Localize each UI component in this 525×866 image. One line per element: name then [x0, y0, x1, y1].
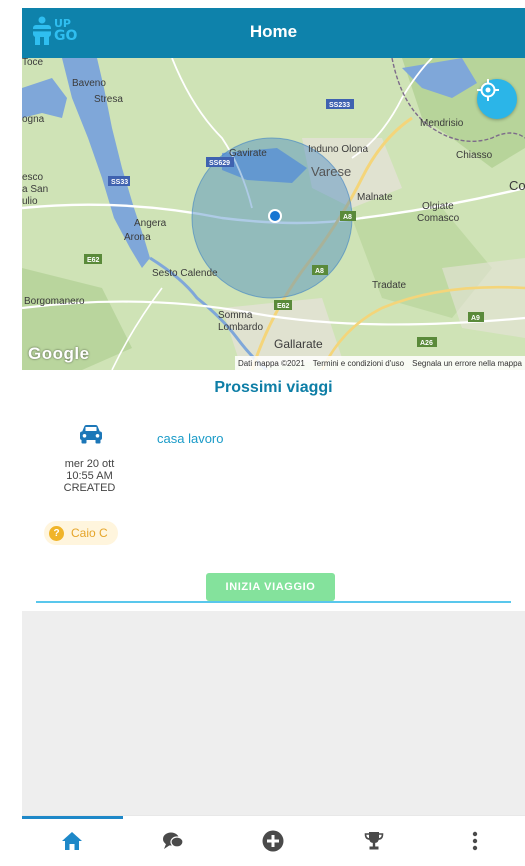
svg-text:Sesto Calende: Sesto Calende — [152, 268, 218, 279]
question-icon: ? — [49, 525, 64, 541]
nav-chat[interactable] — [123, 816, 224, 866]
svg-text:Gavirate: Gavirate — [229, 148, 267, 159]
report-error-link[interactable]: Segnala un errore nella mappa — [412, 359, 522, 368]
nav-trophy[interactable] — [324, 816, 425, 866]
map-data-credit: Dati mappa ©2021 — [237, 358, 305, 368]
svg-text:Varese: Varese — [311, 164, 351, 179]
svg-text:Angera: Angera — [134, 218, 167, 229]
svg-text:SS33: SS33 — [111, 179, 128, 186]
trip-status: CREATED — [63, 482, 116, 494]
svg-text:ogna: ogna — [22, 114, 45, 125]
map-view[interactable]: Baveno Stresa ogna Gavirate Induno Olona… — [22, 58, 525, 370]
svg-text:Borgomanero: Borgomanero — [24, 296, 85, 307]
nav-add[interactable] — [223, 816, 324, 866]
bottom-nav — [22, 815, 525, 866]
svg-text:Stresa: Stresa — [94, 94, 123, 105]
trophy-icon — [364, 832, 384, 850]
trip-time: 10:55 AM — [66, 470, 113, 482]
svg-text:esco: esco — [22, 172, 44, 183]
svg-text:Induno Olona: Induno Olona — [308, 144, 368, 155]
home-icon — [62, 832, 83, 850]
map-canvas[interactable]: Baveno Stresa ogna Gavirate Induno Olona… — [22, 58, 525, 370]
trip-date: mer 20 ott — [64, 458, 115, 470]
terms-link[interactable]: Termini e condizioni d'uso — [313, 359, 404, 368]
svg-text:Baveno: Baveno — [72, 78, 106, 89]
trip-card[interactable]: mer 20 ott 10:55 AM CREATED casa lavoro … — [22, 413, 525, 603]
svg-text:Gallarate: Gallarate — [274, 337, 323, 351]
svg-text:ulio: ulio — [22, 196, 38, 207]
section-title: Prossimi viaggi — [214, 379, 333, 396]
more-icon — [472, 831, 477, 851]
svg-text:Comasco: Comasco — [417, 213, 460, 224]
svg-text:A9: A9 — [471, 315, 480, 322]
svg-text:E62: E62 — [277, 303, 290, 310]
map-attribution: Dati mappa ©2021 Termini e condizioni d'… — [234, 356, 525, 370]
svg-text:Somma: Somma — [218, 310, 253, 321]
chat-icon — [162, 832, 184, 849]
car-icon — [80, 425, 102, 444]
svg-text:Toce: Toce — [22, 58, 44, 68]
add-icon — [262, 830, 284, 852]
locate-button[interactable] — [477, 79, 517, 119]
svg-text:Arona: Arona — [124, 232, 151, 243]
empty-content-area — [22, 611, 525, 815]
svg-text:E62: E62 — [87, 257, 100, 264]
svg-text:SS629: SS629 — [209, 160, 230, 167]
app-header: UP GO Home — [22, 8, 525, 58]
svg-text:Mendrisio: Mendrisio — [420, 118, 464, 129]
svg-text:a San: a San — [22, 184, 48, 195]
user-name: Caio C — [71, 526, 108, 540]
crosshair-icon — [477, 79, 499, 101]
nav-more[interactable] — [424, 816, 525, 866]
nav-home[interactable] — [22, 816, 123, 866]
svg-text:A8: A8 — [315, 268, 324, 275]
google-logo: Google — [28, 344, 90, 363]
svg-text:Tradate: Tradate — [372, 280, 407, 291]
svg-text:SS233: SS233 — [329, 102, 350, 109]
trip-name: casa lavoro — [157, 431, 224, 446]
section-divider — [36, 601, 511, 603]
trip-datetime: mer 20 ott 10:55 AM CREATED — [42, 458, 137, 494]
svg-text:Malnate: Malnate — [357, 192, 393, 203]
svg-text:Olgiate: Olgiate — [422, 201, 454, 212]
svg-text:Co: Co — [509, 178, 525, 193]
svg-text:A26: A26 — [420, 340, 433, 347]
start-trip-button[interactable]: INIZIA VIAGGIO — [206, 573, 335, 601]
svg-text:Lombardo: Lombardo — [218, 322, 263, 333]
svg-text:Chiasso: Chiasso — [456, 150, 493, 161]
user-chip[interactable]: ? Caio C — [44, 521, 118, 545]
svg-text:A8: A8 — [343, 214, 352, 221]
page-title: Home — [249, 22, 298, 41]
app-frame: UP GO Home Baveno Stresa ogna Gavirate I… — [22, 8, 525, 866]
